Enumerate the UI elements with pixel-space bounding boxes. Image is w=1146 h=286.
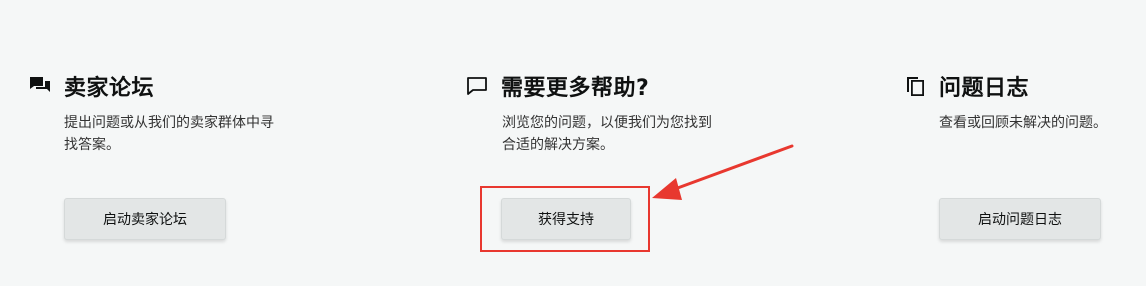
need-help-card: 需要更多帮助? 浏览您的问题，以便我们为您找到 合适的解决方案。 获得支持 bbox=[465, 70, 712, 240]
chat-bubble-outline-icon bbox=[465, 74, 489, 98]
seller-forum-card: 卖家论坛 提出问题或从我们的卖家群体中寻 找答案。 启动卖家论坛 bbox=[28, 70, 274, 240]
issue-log-title: 问题日志 bbox=[939, 76, 1030, 101]
copy-pages-icon bbox=[903, 74, 927, 98]
get-support-button[interactable]: 获得支持 bbox=[501, 198, 631, 240]
need-help-header: 需要更多帮助? bbox=[465, 70, 649, 102]
issue-log-header: 问题日志 bbox=[903, 70, 1029, 102]
issue-log-card: 问题日志 查看或回顾未解决的问题。 启动问题日志 bbox=[903, 70, 1107, 240]
need-help-title: 需要更多帮助? bbox=[501, 76, 650, 101]
issue-log-description: 查看或回顾未解决的问题。 bbox=[939, 115, 1107, 131]
chat-bubbles-icon bbox=[28, 74, 52, 98]
seller-forum-title: 卖家论坛 bbox=[64, 76, 155, 101]
seller-forum-description: 提出问题或从我们的卖家群体中寻 找答案。 bbox=[64, 115, 274, 153]
launch-issue-log-button[interactable]: 启动问题日志 bbox=[939, 198, 1101, 240]
need-help-description: 浏览您的问题，以便我们为您找到 合适的解决方案。 bbox=[502, 115, 712, 153]
seller-forum-header: 卖家论坛 bbox=[28, 70, 154, 102]
launch-seller-forum-button[interactable]: 启动卖家论坛 bbox=[64, 198, 226, 240]
